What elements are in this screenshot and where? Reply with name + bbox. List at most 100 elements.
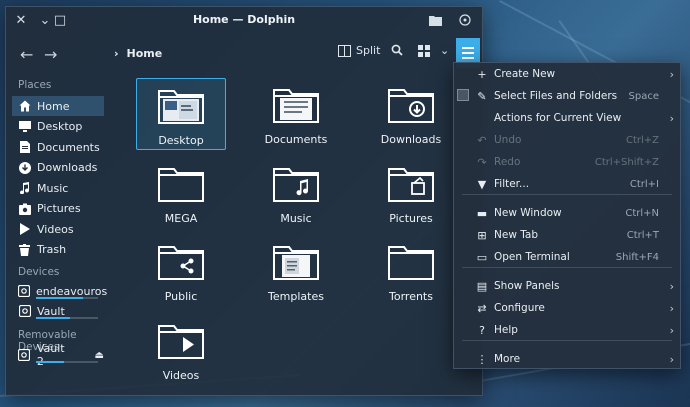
menu-item-label: Configure (494, 302, 545, 314)
redo-icon: ↷ (477, 155, 487, 169)
drive-icon (18, 285, 30, 298)
desktop-icon (18, 120, 31, 133)
device-usage-bar (36, 297, 98, 299)
more-icon: ⋮ (476, 352, 488, 366)
menu-item-label: Actions for Current View (494, 112, 622, 124)
search-icon (391, 44, 403, 56)
menu-item-shortcut: Ctrl+Shift+Z (594, 156, 659, 168)
folder-item-public[interactable]: Public (136, 235, 226, 307)
menu-item-create-new[interactable]: + Create New › (454, 64, 680, 84)
music-icon (18, 182, 31, 195)
folder-label: Music (280, 211, 312, 225)
sidebar-item-desktop[interactable]: Desktop (12, 117, 104, 137)
folder-item-templates[interactable]: Templates (251, 235, 341, 307)
view-mode-button[interactable]: ⌄ (418, 44, 449, 57)
menu-item-shortcut: Shift+F4 (615, 251, 659, 263)
chevron-right-icon: › (114, 47, 119, 60)
menu-item-configure[interactable]: ⇄ Configure › (454, 298, 680, 318)
menu-item-new-tab[interactable]: ⊞ New Tab Ctrl+T (454, 225, 680, 245)
sidebar-item-pictures[interactable]: Pictures (12, 199, 104, 219)
sidebar-item-label: Downloads (37, 161, 98, 174)
sidebar-item-label: Pictures (37, 202, 81, 215)
folder-item-torrents[interactable]: Torrents (366, 235, 456, 307)
breadcrumb-home[interactable]: Home (127, 47, 163, 60)
split-label: Split (356, 44, 381, 57)
videos-folder-icon (157, 314, 205, 363)
menu-item-label: More (494, 353, 521, 365)
titlebar: ✕ ⌄ □ Home — Dolphin (6, 7, 482, 33)
sidebar-item-videos[interactable]: Videos (12, 219, 104, 239)
split-button[interactable]: Split (338, 44, 380, 57)
device-label: endeavouros (36, 284, 108, 298)
menu-item-new-window[interactable]: ▬ New Window Ctrl+N (454, 203, 680, 223)
menu-item-redo: ↷ Redo Ctrl+Shift+Z (454, 152, 680, 172)
menu-item-label: New Window (494, 207, 562, 219)
menu-item-label: Help (494, 324, 518, 336)
forward-icon[interactable]: → (44, 45, 57, 64)
menu-item-label: New Tab (494, 229, 539, 241)
music-folder-icon (272, 157, 320, 206)
sidebar-item-documents[interactable]: Documents (12, 137, 104, 157)
devices-section-title: Devices (18, 266, 60, 278)
folder-label: Torrents (389, 290, 433, 303)
icons-view-icon (418, 44, 430, 57)
menu-item-shortcut: Ctrl+I (629, 178, 659, 190)
drive-icon (18, 305, 31, 318)
downloads-folder-icon (387, 78, 435, 127)
sidebar-item-label: Home (37, 99, 70, 113)
help-icon: ? (479, 323, 485, 337)
menu-item-more[interactable]: ⋮ More › (454, 349, 680, 369)
menu-item-select-files-and-folders[interactable]: ✎ Select Files and Folders Space (454, 86, 680, 106)
documents-folder-icon (272, 78, 320, 127)
public-folder-icon (157, 235, 205, 284)
back-icon[interactable]: ← (20, 45, 33, 64)
breadcrumb[interactable]: › Home (114, 47, 162, 60)
device-usage-bar (36, 317, 98, 319)
menu-item-label: Create New (494, 68, 556, 80)
menu-item-filter[interactable]: ▼ Filter... Ctrl+I (454, 174, 680, 194)
folder-item-videos[interactable]: Videos (136, 314, 226, 386)
sidebar-item-home[interactable]: Home (12, 96, 104, 116)
sidebar-item-label: Documents (37, 140, 100, 154)
sidebar-item-label: Desktop (37, 120, 83, 133)
folder-item-desktop[interactable]: Desktop (136, 78, 226, 150)
folder-label: Documents (264, 133, 328, 146)
folder-icon[interactable] (426, 11, 444, 29)
downloads-icon (18, 161, 31, 174)
sidebar-item-downloads[interactable]: Downloads (12, 158, 104, 178)
folder-label: Public (164, 290, 198, 303)
menu-item-actions-for-current-view[interactable]: Actions for Current View › (454, 108, 680, 128)
folder-item-documents[interactable]: Documents (251, 78, 341, 150)
menu-item-open-terminal[interactable]: ▭ Open Terminal Shift+F4 (454, 247, 680, 267)
folder-label: Videos (162, 368, 200, 382)
chevron-right-icon: › (669, 323, 674, 337)
app-menu: + Create New › ✎ Select Files and Folders Spa… (453, 62, 681, 369)
places-panel: Places Home Desktop Documents Downloads Musi… (6, 73, 108, 395)
chevron-right-icon: › (669, 279, 674, 293)
folder-item-pictures[interactable]: Pictures (366, 157, 456, 229)
folder-item-downloads[interactable]: Downloads (366, 78, 456, 150)
desktop-folder-icon (157, 79, 205, 128)
eject-icon[interactable]: ⏏ (95, 350, 104, 361)
folder-item-mega[interactable]: MEGA (136, 157, 226, 229)
pictures-icon (18, 202, 31, 215)
pin-icon[interactable] (456, 11, 474, 29)
menu-item-help[interactable]: ? Help › (454, 320, 680, 340)
menu-item-label: Show Panels (494, 280, 560, 292)
folder-item-music[interactable]: Music (251, 157, 341, 229)
search-button[interactable] (391, 44, 403, 56)
menu-item-show-panels[interactable]: ▤ Show Panels › (454, 276, 680, 296)
chevron-right-icon: › (669, 301, 674, 315)
toolbar: ← → › Home Split ⌄ (6, 35, 482, 73)
undo-icon: ↶ (477, 133, 487, 147)
menu-separator (462, 340, 672, 341)
filter-icon: ▼ (477, 177, 487, 191)
new-tab-icon: ⊞ (477, 228, 487, 242)
sidebar-item-trash[interactable]: Trash (12, 240, 104, 260)
sidebar-item-music[interactable]: Music (12, 178, 104, 198)
select-checkbox[interactable] (457, 89, 469, 101)
chevron-right-icon: › (669, 352, 674, 366)
new-window-icon: ▬ (476, 206, 488, 220)
menu-item-label: Select Files and Folders (494, 90, 618, 102)
dolphin-window: ✕ ⌄ □ Home — Dolphin ← → › Home Split ⌄ (5, 6, 483, 396)
